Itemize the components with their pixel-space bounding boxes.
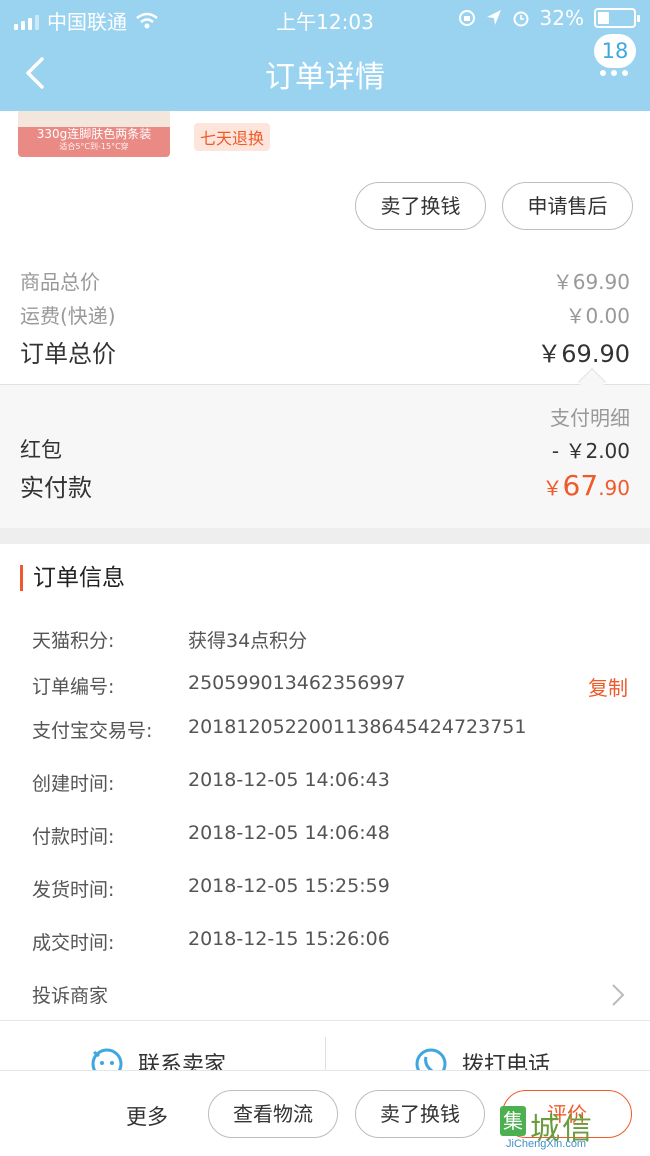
section-gap (0, 528, 650, 544)
product-thumbnail[interactable]: 330g连脚肤色两条装 适合5°C到-15°C穿 (18, 111, 170, 157)
contact-seller-label: 联系卖家 (138, 1053, 227, 1070)
status-bar: 中国联通 上午12:03 32% (0, 0, 650, 36)
complain-seller-row[interactable]: 投诉商家 (32, 981, 628, 1011)
info-value: 2018-12-15 15:26:06 (188, 928, 390, 950)
redpacket-row: 红包 - ￥2.00 (20, 434, 630, 464)
after-sale-button[interactable]: 申请售后 (502, 182, 633, 230)
shipping-label: 运费(快递) (20, 304, 116, 328)
info-label: 付款时间: (32, 826, 115, 848)
sell-for-cash-button[interactable]: 卖了换钱 (355, 182, 486, 230)
info-label: 发货时间: (32, 879, 115, 901)
shipping-row: 运费(快递) ￥0.00 (20, 300, 630, 329)
contact-bar: 联系卖家 拨打电话 (0, 1020, 650, 1070)
paid-integer: 67 (562, 469, 599, 502)
info-row-alipay-number: 支付宝交易号: 2018120522001138645424723751 (32, 716, 628, 746)
copy-order-number-button[interactable]: 复制 (588, 672, 628, 701)
message-count-badge[interactable]: 18 (594, 34, 636, 68)
watermark-url: JiChengXin.com (506, 1138, 587, 1150)
info-row-paid-time: 付款时间: 2018-12-05 14:06:48 (32, 822, 628, 852)
order-info-title: 订单信息 (20, 565, 125, 591)
orientation-lock-icon (458, 10, 475, 26)
order-total-value: ￥69.90 (537, 340, 630, 368)
info-value: 2018120522001138645424723751 (188, 716, 527, 738)
battery-percent: 32% (539, 6, 584, 30)
complain-seller-label: 投诉商家 (32, 985, 109, 1007)
return-policy-tag: 七天退换 (194, 123, 271, 151)
order-total-row: 订单总价 ￥69.90 (20, 334, 630, 369)
info-label: 支付宝交易号: (32, 720, 153, 742)
phone-icon (415, 1048, 447, 1070)
info-label: 创建时间: (32, 773, 115, 795)
call-button[interactable]: 拨打电话 (414, 1043, 550, 1070)
watermark-logo: 集 城信 JiChengXin.com (500, 1106, 646, 1152)
info-row-points: 天猫积分: 获得34点积分 (32, 626, 628, 656)
location-icon (486, 10, 501, 25)
info-row-order-number: 订单编号: 250599013462356997 复制 (32, 672, 628, 702)
paid-currency: ￥ (542, 476, 563, 500)
goods-total-label: 商品总价 (20, 270, 100, 294)
alarm-icon (513, 11, 529, 27)
top-bar: 中国联通 上午12:03 32% 订单详情 18 (0, 0, 650, 111)
thumb-sub-label: 适合5°C到-15°C穿 (59, 142, 129, 151)
chat-face-icon (91, 1048, 123, 1070)
view-logistics-button[interactable]: 查看物流 (208, 1090, 338, 1138)
paid-amount: ￥67.90 (543, 469, 630, 502)
redpacket-value: - ￥2.00 (551, 438, 630, 463)
info-label: 订单编号: (32, 676, 115, 698)
page-title: 订单详情 (265, 60, 385, 95)
paid-amount-row: 实付款 ￥67.90 (20, 468, 630, 503)
shipping-value: ￥0.00 (565, 304, 630, 328)
contact-seller-button[interactable]: 联系卖家 (90, 1043, 226, 1070)
goods-total-value: ￥69.90 (552, 270, 630, 294)
info-value: 2018-12-05 14:06:43 (188, 769, 390, 791)
info-value: 2018-12-05 15:25:59 (188, 875, 390, 897)
paid-label: 实付款 (20, 474, 92, 502)
call-label: 拨打电话 (462, 1053, 551, 1070)
thumb-label: 330g连脚肤色两条装 (36, 127, 152, 141)
info-label: 成交时间: (32, 932, 115, 954)
info-row-created: 创建时间: 2018-12-05 14:06:43 (32, 769, 628, 799)
info-value: 2018-12-05 14:06:48 (188, 822, 390, 844)
watermark-mark: 集 (500, 1106, 526, 1136)
more-button[interactable]: 更多 (126, 1101, 168, 1131)
info-label: 天猫积分: (32, 630, 115, 652)
paid-decimal: .90 (598, 476, 630, 500)
sell-for-cash-bottom-button[interactable]: 卖了换钱 (355, 1090, 485, 1138)
battery-icon (594, 8, 640, 28)
info-value: 获得34点积分 (188, 630, 308, 652)
chevron-right-icon (612, 984, 625, 1006)
info-value: 250599013462356997 (188, 672, 406, 694)
order-total-label: 订单总价 (20, 340, 116, 368)
info-row-shipped-time: 发货时间: 2018-12-05 15:25:59 (32, 875, 628, 905)
info-row-completed-time: 成交时间: 2018-12-15 15:26:06 (32, 928, 628, 958)
more-menu-icon[interactable] (600, 70, 628, 76)
redpacket-label: 红包 (20, 438, 62, 462)
goods-total-row: 商品总价 ￥69.90 (20, 266, 630, 295)
payment-detail-label: 支付明细 (550, 406, 630, 430)
